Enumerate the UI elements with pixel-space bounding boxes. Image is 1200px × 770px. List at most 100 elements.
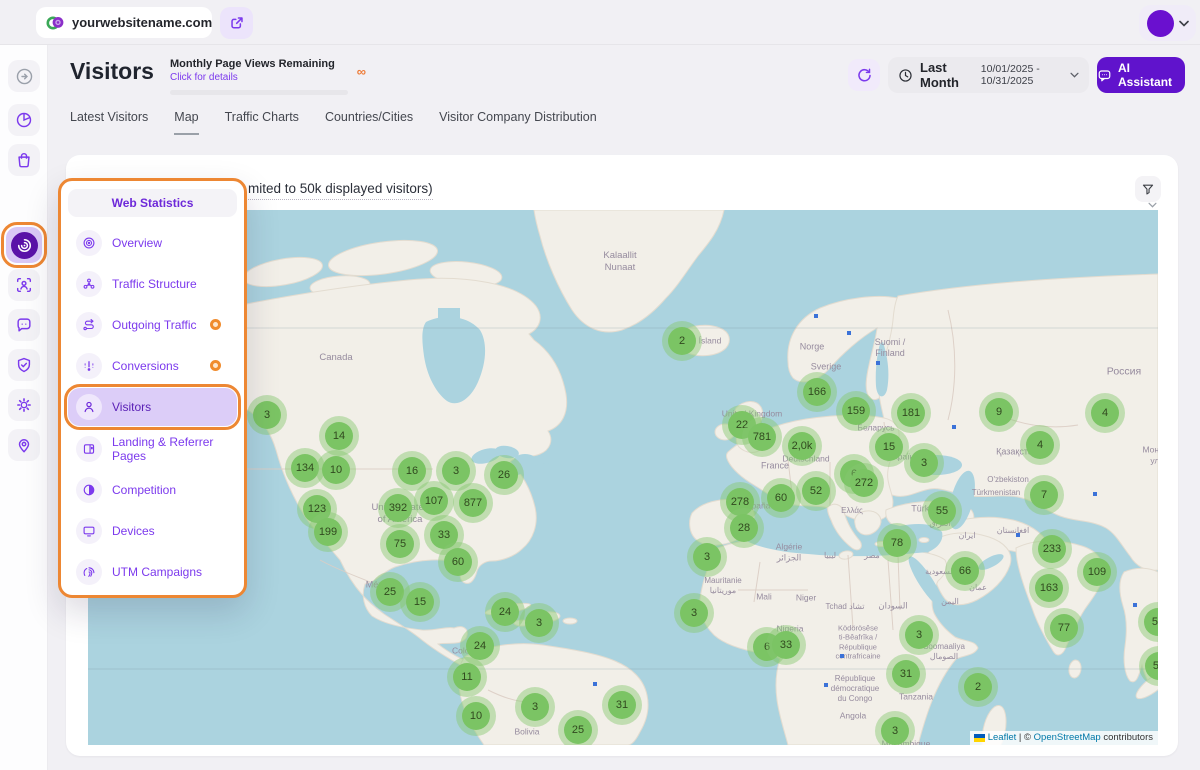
chevron-down-icon[interactable] [1148, 202, 1157, 208]
cluster-marker[interactable]: 163 [1029, 568, 1069, 608]
cluster-marker[interactable]: 3 [515, 687, 555, 727]
overview-icon [76, 230, 102, 256]
ai-assistant-button[interactable]: AI Assistant [1097, 57, 1185, 93]
sidebar-item-audience[interactable] [8, 269, 40, 301]
cluster-marker[interactable]: 60 [761, 478, 801, 518]
cluster-marker[interactable]: 272 [844, 463, 884, 503]
period-label: Last Month [920, 60, 970, 90]
flyout-item-competition[interactable]: Competition [68, 469, 237, 510]
cluster-marker[interactable]: 3 [904, 443, 944, 483]
leaflet-link[interactable]: Leaflet [988, 732, 1017, 743]
pie-chart-icon [15, 111, 33, 129]
cluster-marker[interactable]: 199 [308, 512, 348, 552]
outgoing-traffic-icon [76, 312, 102, 338]
cluster-marker[interactable]: 77 [1044, 608, 1084, 648]
cluster-marker[interactable]: 31 [602, 685, 642, 725]
attribution-separator: | © [1016, 732, 1033, 743]
ai-chat-icon [1097, 68, 1112, 83]
sidebar-expand-button[interactable] [8, 60, 40, 92]
flyout-item-label: Devices [112, 524, 155, 538]
cluster-marker[interactable]: 25 [558, 710, 598, 745]
map-landmass [88, 210, 1158, 745]
map-city-dot [1133, 603, 1137, 607]
cluster-marker[interactable]: 10 [456, 696, 496, 736]
cluster-marker[interactable]: 3 [687, 537, 727, 577]
cluster-marker[interactable]: 75 [380, 524, 420, 564]
cluster-marker[interactable]: 392 [378, 488, 418, 528]
conversions-icon [76, 353, 102, 379]
cluster-marker[interactable]: 233 [1032, 529, 1072, 569]
cluster-marker[interactable]: 33 [766, 625, 806, 665]
cluster-marker[interactable]: 10 [316, 450, 356, 490]
cluster-marker[interactable]: 2 [958, 667, 998, 707]
sidebar-item-dashboard[interactable] [8, 104, 40, 136]
cluster-marker[interactable]: 15 [869, 427, 909, 467]
flyout-item-conversions[interactable]: Conversions [68, 345, 237, 386]
flyout-item-utm-campaigns[interactable]: UTM Campaigns [68, 551, 237, 592]
cluster-marker[interactable]: 3 [875, 711, 915, 745]
tab-latest-visitors[interactable]: Latest Visitors [70, 110, 148, 135]
cluster-marker[interactable]: 4 [1085, 393, 1125, 433]
tab-countries-cities[interactable]: Countries/Cities [325, 110, 413, 135]
cluster-marker[interactable]: 2 [662, 321, 702, 361]
open-website-button[interactable] [220, 7, 253, 39]
world-map[interactable]: Leaflet | © OpenStreetMap contributors K… [88, 210, 1158, 745]
cluster-marker[interactable]: 166 [797, 372, 837, 412]
cluster-marker[interactable]: 60 [438, 542, 478, 582]
tab-visitor-company-distribution[interactable]: Visitor Company Distribution [439, 110, 596, 135]
cluster-marker[interactable]: 877 [453, 483, 493, 523]
sidebar-item-chat[interactable] [8, 309, 40, 341]
sidebar-item-security[interactable] [8, 349, 40, 381]
flyout-item-traffic-structure[interactable]: Traffic Structure [68, 263, 237, 304]
flyout-item-label: Outgoing Traffic [112, 318, 197, 332]
cluster-marker[interactable]: 28 [724, 508, 764, 548]
cluster-marker[interactable]: 4 [1020, 425, 1060, 465]
cluster-marker[interactable]: 3 [519, 603, 559, 643]
flyout-item-landing-referrer-pages[interactable]: Landing & Referrer Pages [68, 428, 237, 469]
cluster-marker[interactable]: 3 [247, 395, 287, 435]
cluster-marker[interactable]: 11 [447, 657, 487, 697]
cluster-marker[interactable]: 781 [742, 417, 782, 457]
sidebar-item-settings[interactable] [8, 389, 40, 421]
date-range-picker[interactable]: Last Month 10/01/2025 - 10/31/2025 [888, 57, 1089, 93]
cluster-marker[interactable]: 181 [891, 393, 931, 433]
cluster-marker[interactable]: 3 [899, 615, 939, 655]
sidebar-item-web-statistics[interactable] [6, 227, 42, 263]
cluster-marker[interactable]: 109 [1077, 552, 1117, 592]
tab-map[interactable]: Map [174, 110, 198, 135]
shield-check-icon [15, 356, 33, 374]
cluster-marker[interactable]: 26 [484, 455, 524, 495]
flyout-item-label: Overview [112, 236, 162, 250]
cluster-marker[interactable]: 78 [877, 523, 917, 563]
refresh-button[interactable] [848, 59, 880, 91]
cluster-marker[interactable]: 159 [836, 391, 876, 431]
account-menu[interactable] [1139, 5, 1196, 41]
cluster-marker[interactable]: 2,0k [782, 426, 822, 466]
cluster-marker[interactable]: 7 [1024, 475, 1064, 515]
cluster-marker[interactable]: 52 [796, 471, 836, 511]
website-selector[interactable]: yourwebsitename.com [36, 7, 212, 38]
arrow-right-circle-icon [15, 67, 34, 86]
sidebar-item-orders[interactable] [8, 144, 40, 176]
traffic-structure-icon [76, 271, 102, 297]
cluster-marker[interactable]: 55 [922, 491, 962, 531]
tab-traffic-charts[interactable]: Traffic Charts [225, 110, 299, 135]
cluster-marker[interactable]: 66 [945, 551, 985, 591]
clock-icon [898, 68, 913, 83]
visitors-tabs: Latest Visitors Map Traffic Charts Count… [70, 110, 597, 135]
flyout-item-devices[interactable]: Devices [68, 510, 237, 551]
map-filter-button[interactable] [1135, 176, 1161, 202]
cluster-marker[interactable]: 3 [674, 593, 714, 633]
refresh-icon [856, 67, 873, 84]
quota-details-link[interactable]: Click for details [170, 72, 348, 83]
cluster-marker[interactable]: 9 [979, 392, 1019, 432]
sidebar-item-locations[interactable] [8, 429, 40, 461]
map-city-dot [1093, 492, 1097, 496]
cluster-marker[interactable]: 31 [886, 654, 926, 694]
flyout-item-outgoing-traffic[interactable]: Outgoing Traffic [68, 304, 237, 345]
flyout-item-visitors[interactable]: Visitors [68, 388, 237, 426]
cluster-marker[interactable]: 15 [400, 582, 440, 622]
ukraine-flag-icon [974, 734, 985, 742]
flyout-item-overview[interactable]: Overview [68, 222, 237, 263]
osm-link[interactable]: OpenStreetMap [1034, 732, 1101, 743]
